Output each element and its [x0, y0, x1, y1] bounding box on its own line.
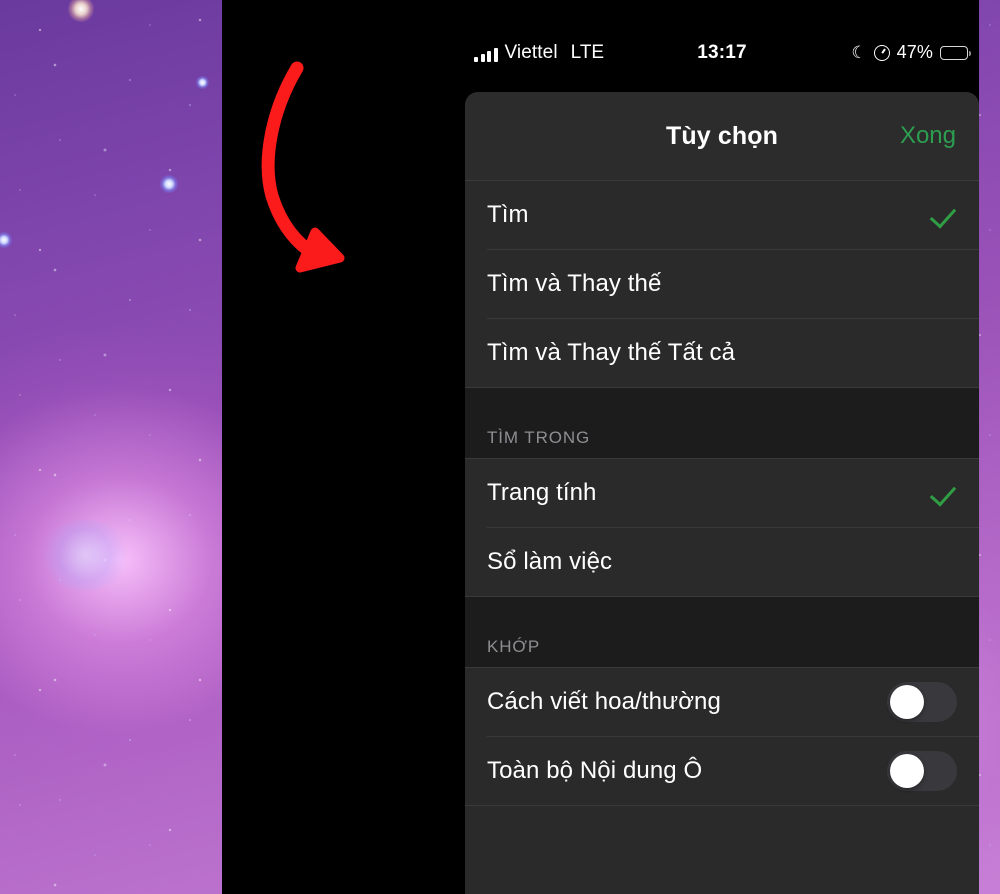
battery-icon — [940, 45, 971, 60]
option-label: Tìm và Thay thế Tất cả — [487, 339, 736, 366]
checkmark-icon — [929, 479, 957, 507]
option-label: Sổ làm việc — [487, 548, 613, 575]
options-list: Tìm Tìm và Thay thế Tìm và Thay thế Tất … — [465, 181, 979, 894]
section-header-find-in: TÌM TRONG — [465, 388, 979, 458]
blue-star-icon — [196, 76, 209, 89]
section-header-label: TÌM TRONG — [487, 428, 591, 447]
entire-cell-contents-toggle[interactable] — [887, 751, 957, 791]
option-label: Tìm — [487, 201, 529, 228]
sheet-empty-area — [465, 806, 979, 894]
sheet-header: Tùy chọn Xong — [465, 92, 979, 180]
option-label: Toàn bộ Nội dung Ô — [487, 757, 703, 784]
section-match: Cách viết hoa/thường Toàn bộ Nội dung Ô — [465, 668, 979, 805]
done-button[interactable]: Xong — [900, 122, 956, 150]
phone-screen: Viettel LTE 13:17 ☾ 47% Tùy chọn Xong Tì… — [465, 0, 979, 894]
section-header-match: KHỚP — [465, 597, 979, 667]
match-case-toggle[interactable] — [887, 682, 957, 722]
bright-star-icon — [68, 0, 94, 22]
checkmark-icon — [929, 201, 957, 229]
option-row-sheet[interactable]: Trang tính — [465, 459, 979, 527]
moon-do-not-disturb-icon: ☾ — [851, 43, 867, 62]
battery-percent-label: 47% — [896, 42, 933, 62]
status-bar-right-group: ☾ 47% — [851, 42, 971, 63]
section-header-label: KHỚP — [487, 637, 541, 656]
phone-device-body: Viettel LTE 13:17 ☾ 47% Tùy chọn Xong Tì… — [222, 0, 979, 894]
options-modal-sheet: Tùy chọn Xong Tìm Tìm và Thay thế Tìm và… — [465, 92, 979, 894]
orientation-lock-icon — [873, 44, 890, 61]
blue-star-icon — [160, 175, 178, 193]
blue-star-icon — [0, 232, 12, 248]
option-row-find-and-replace-all[interactable]: Tìm và Thay thế Tất cả — [465, 319, 979, 387]
option-label: Cách viết hoa/thường — [487, 688, 721, 715]
section-find-mode: Tìm Tìm và Thay thế Tìm và Thay thế Tất … — [465, 181, 979, 387]
option-row-match-case[interactable]: Cách viết hoa/thường — [465, 668, 979, 736]
option-row-find-and-replace[interactable]: Tìm và Thay thế — [465, 250, 979, 318]
toggle-knob — [890, 685, 924, 719]
option-row-workbook[interactable]: Sổ làm việc — [465, 528, 979, 596]
status-bar: Viettel LTE 13:17 ☾ 47% — [465, 0, 979, 92]
section-find-in: Trang tính Sổ làm việc — [465, 459, 979, 596]
option-row-find[interactable]: Tìm — [465, 181, 979, 249]
option-row-entire-cell-contents[interactable]: Toàn bộ Nội dung Ô — [465, 737, 979, 805]
star-cluster-icon — [40, 520, 130, 590]
toggle-knob — [890, 754, 924, 788]
page-title: Tùy chọn — [666, 121, 778, 150]
option-label: Tìm và Thay thế — [487, 270, 662, 297]
option-label: Trang tính — [487, 479, 597, 506]
